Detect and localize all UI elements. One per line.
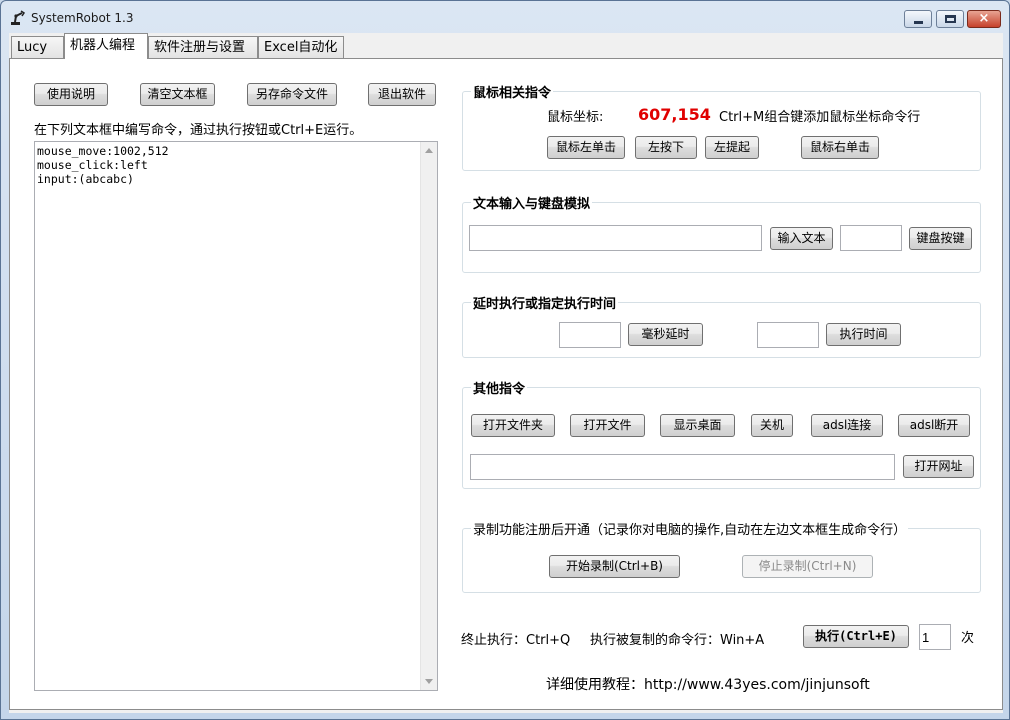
copy-execute-hint: 执行被复制的命令行：Win+A xyxy=(590,633,765,648)
command-editor[interactable]: mouse_move:1002,512 mouse_click:left inp… xyxy=(34,141,438,691)
keyboard-key-button[interactable]: 键盘按键 xyxy=(909,227,972,250)
open-file-button[interactable]: 打开文件 xyxy=(570,414,645,437)
execute-time-button[interactable]: 执行时间 xyxy=(826,323,901,346)
tutorial-link-text[interactable]: 详细使用教程：http://www.43yes.com/jinjunsoft xyxy=(546,674,870,694)
minimize-button[interactable] xyxy=(904,10,932,28)
other-group-title: 其他指令 xyxy=(471,378,528,397)
text-keyboard-group: 文本输入与键盘模拟 输入文本 键盘按键 xyxy=(462,193,981,273)
input-text-button[interactable]: 输入文本 xyxy=(770,227,833,250)
client-area: Lucy 机器人编程 软件注册与设置 Excel自动化 使用说明 清空文本框 另… xyxy=(9,33,1003,713)
mouse-commands-group: 鼠标相关指令 鼠标坐标: 607,154 Ctrl+M组合键添加鼠标坐标命令行 … xyxy=(462,82,981,171)
robot-arm-icon xyxy=(11,10,26,25)
key-input-field[interactable] xyxy=(840,225,902,251)
ms-delay-button[interactable]: 毫秒延时 xyxy=(628,323,703,346)
left-up-button[interactable]: 左提起 xyxy=(705,136,759,159)
adsl-disconnect-button[interactable]: adsl断开 xyxy=(898,414,970,437)
record-group-title: 录制功能注册后开通（记录你对电脑的操作,自动在左边文本框生成命令行） xyxy=(471,519,909,538)
command-editor-text[interactable]: mouse_move:1002,512 mouse_click:left inp… xyxy=(37,144,169,186)
shutdown-button[interactable]: 关机 xyxy=(751,414,793,437)
other-commands-group: 其他指令 打开文件夹 打开文件 显示桌面 关机 adsl连接 adsl断开 打开… xyxy=(462,378,981,489)
delay-time-group: 延时执行或指定执行时间 毫秒延时 执行时间 xyxy=(462,293,981,358)
tab-strip: Lucy 机器人编程 软件注册与设置 Excel自动化 xyxy=(9,33,1003,59)
stop-recording-button[interactable]: 停止录制(Ctrl+N) xyxy=(742,555,873,578)
tab-registration-settings[interactable]: 软件注册与设置 xyxy=(148,36,258,58)
maximize-button[interactable] xyxy=(936,10,964,28)
exit-software-button[interactable]: 退出软件 xyxy=(368,83,436,106)
adsl-connect-button[interactable]: adsl连接 xyxy=(811,414,883,437)
record-group: 录制功能注册后开通（记录你对电脑的操作,自动在左边文本框生成命令行） 开始录制(… xyxy=(462,519,981,593)
repeat-count-field[interactable] xyxy=(919,624,951,650)
url-field[interactable] xyxy=(470,454,895,480)
app-window: SystemRobot 1.3 × Lucy 机器人编程 软件注册与设置 Exc… xyxy=(0,0,1010,720)
left-click-button[interactable]: 鼠标左单击 xyxy=(547,136,625,159)
title-bar[interactable]: SystemRobot 1.3 × xyxy=(1,1,1009,33)
save-command-file-button[interactable]: 另存命令文件 xyxy=(247,83,337,106)
mouse-group-title: 鼠标相关指令 xyxy=(471,82,554,101)
delay-group-title: 延时执行或指定执行时间 xyxy=(471,293,619,312)
mouse-coord-label: 鼠标坐标: xyxy=(547,110,604,125)
window-title: SystemRobot 1.3 xyxy=(31,11,134,25)
show-desktop-button[interactable]: 显示桌面 xyxy=(660,414,735,437)
help-button[interactable]: 使用说明 xyxy=(34,83,108,106)
scroll-down-icon[interactable] xyxy=(425,679,433,684)
tab-lucy[interactable]: Lucy xyxy=(11,36,64,58)
open-url-button[interactable]: 打开网址 xyxy=(903,455,974,478)
minimize-icon xyxy=(914,21,923,24)
close-icon: × xyxy=(978,11,990,26)
robot-programming-panel: 使用说明 清空文本框 另存命令文件 退出软件 在下列文本框中编写命令，通过执行按… xyxy=(9,58,1003,710)
tab-robot-programming[interactable]: 机器人编程 xyxy=(64,33,148,59)
tab-excel-automation[interactable]: Excel自动化 xyxy=(258,36,344,58)
text-group-title: 文本输入与键盘模拟 xyxy=(471,193,593,212)
ms-delay-field[interactable] xyxy=(559,322,621,348)
open-folder-button[interactable]: 打开文件夹 xyxy=(471,414,555,437)
close-button[interactable]: × xyxy=(967,10,1001,28)
mouse-coord-value: 607,154 xyxy=(638,105,711,124)
start-recording-button[interactable]: 开始录制(Ctrl+B) xyxy=(549,555,680,578)
stop-hint: 终止执行：Ctrl+Q xyxy=(461,633,571,648)
text-input-field[interactable] xyxy=(469,225,762,251)
scroll-up-icon[interactable] xyxy=(425,148,433,153)
execute-time-field[interactable] xyxy=(757,322,819,348)
mouse-coord-hint: Ctrl+M组合键添加鼠标坐标命令行 xyxy=(719,110,921,125)
maximize-icon xyxy=(945,15,956,23)
clear-textbox-button[interactable]: 清空文本框 xyxy=(140,83,215,106)
times-label: 次 xyxy=(961,631,975,646)
left-down-button[interactable]: 左按下 xyxy=(635,136,697,159)
editor-scrollbar[interactable] xyxy=(420,142,437,690)
editor-instruction: 在下列文本框中编写命令，通过执行按钮或Ctrl+E运行。 xyxy=(34,123,363,138)
right-click-button[interactable]: 鼠标右单击 xyxy=(801,136,879,159)
execute-button[interactable]: 执行(Ctrl+E) xyxy=(803,625,909,648)
